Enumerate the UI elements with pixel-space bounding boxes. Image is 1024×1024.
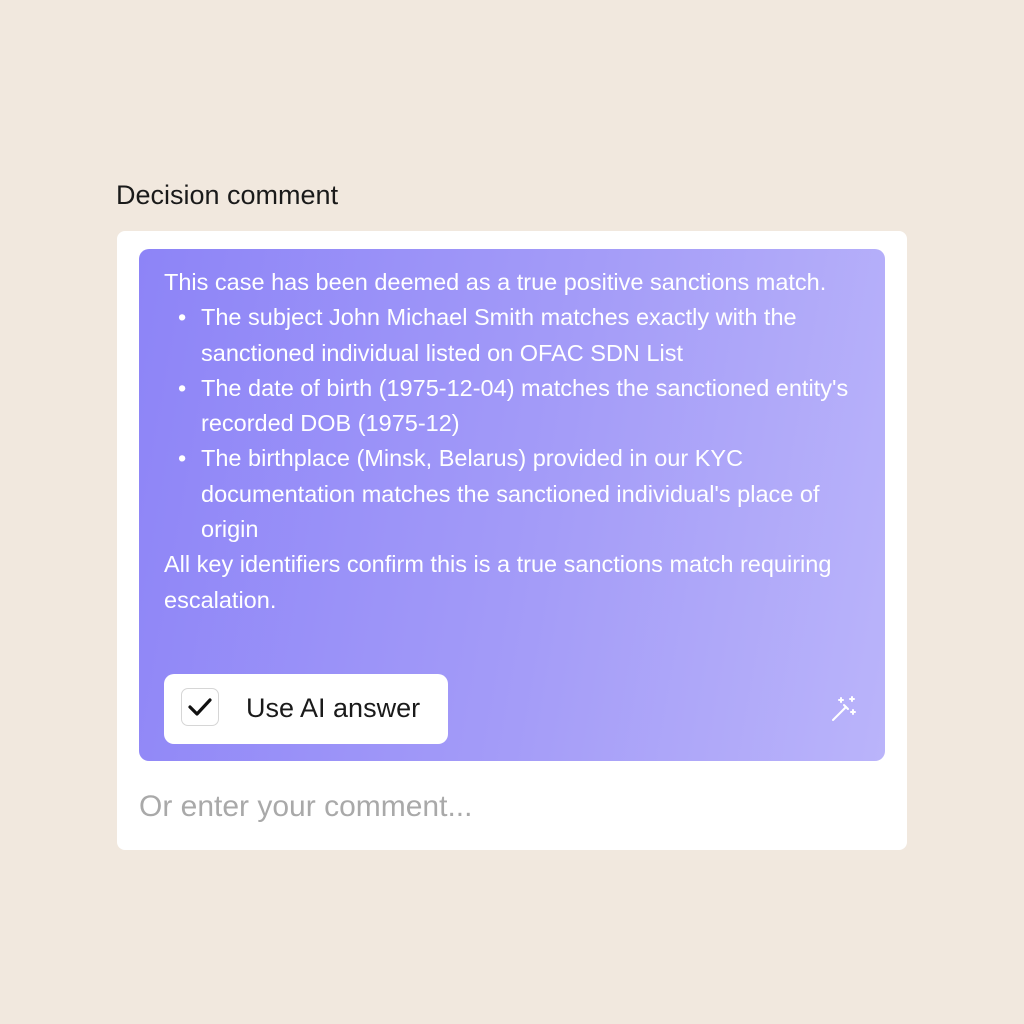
checkmark-icon	[188, 698, 212, 716]
use-ai-answer-button[interactable]: Use AI answer	[164, 674, 448, 744]
ai-point-item: • The subject John Michael Smith matches…	[178, 300, 864, 371]
ai-conclusion-text: All key identifiers confirm this is a tr…	[164, 551, 832, 613]
bullet-icon: •	[178, 445, 187, 472]
comment-card: This case has been deemed as a true posi…	[117, 231, 907, 850]
use-ai-answer-label: Use AI answer	[246, 693, 421, 723]
ai-point-text: The date of birth (1975-12-04) matches t…	[201, 374, 849, 437]
ai-suggestion-panel: This case has been deemed as a true posi…	[139, 249, 885, 761]
bullet-icon: •	[178, 304, 187, 331]
ai-point-item: • The birthplace (Minsk, Belarus) provid…	[178, 441, 864, 547]
use-ai-checkbox[interactable]	[181, 688, 219, 726]
magic-wand-icon[interactable]	[829, 694, 859, 724]
bullet-icon: •	[178, 374, 187, 401]
ai-point-text: The subject John Michael Smith matches e…	[201, 304, 797, 366]
ai-suggestion-text: This case has been deemed as a true posi…	[164, 265, 864, 618]
ai-point-item: • The date of birth (1975-12-04) matches…	[178, 371, 864, 442]
ai-points-list: • The subject John Michael Smith matches…	[164, 300, 864, 547]
comment-input[interactable]	[139, 785, 879, 829]
decision-comment-label: Decision comment	[116, 180, 339, 210]
ai-intro-text: This case has been deemed as a true posi…	[164, 269, 827, 295]
ai-point-text: The birthplace (Minsk, Belarus) provided…	[201, 445, 820, 543]
